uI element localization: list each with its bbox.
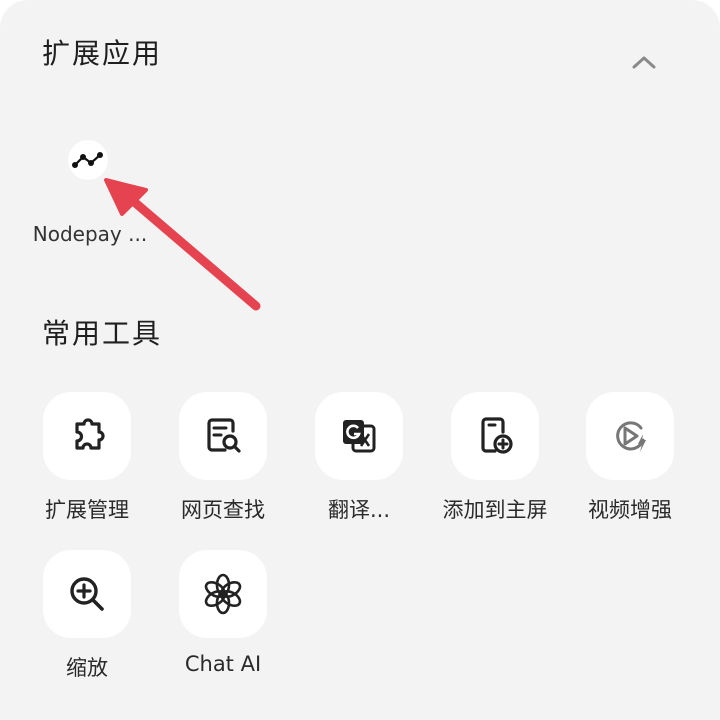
tool-add-to-home[interactable]: 添加到主屏 bbox=[430, 392, 560, 532]
collapse-button[interactable] bbox=[620, 42, 668, 82]
tool-label: 视频增强 bbox=[588, 498, 672, 522]
extensions-section-title: 扩展应用 bbox=[42, 37, 163, 70]
nodepay-icon bbox=[68, 140, 108, 180]
tool-label: Chat AI bbox=[184, 652, 262, 676]
tool-tile bbox=[586, 392, 674, 480]
tool-chat-ai[interactable]: Chat AI bbox=[158, 550, 288, 690]
tool-tile bbox=[315, 392, 403, 480]
tool-video-boost[interactable]: 视频增强 bbox=[565, 392, 695, 532]
tool-label: 扩展管理 bbox=[45, 498, 129, 522]
extensions-panel: 扩展应用 Nodepay ... 常用工具 扩展管理 网页查找 翻译... 添加… bbox=[0, 0, 720, 720]
tool-label: 网页查找 bbox=[181, 498, 265, 522]
tool-label: 翻译... bbox=[327, 498, 391, 522]
page-search-icon bbox=[207, 418, 241, 453]
tool-translate[interactable]: 翻译... bbox=[294, 392, 424, 532]
extension-item-nodepay[interactable]: Nodepay ... bbox=[20, 130, 160, 260]
zoom-icon bbox=[70, 577, 104, 611]
tool-extension-manager[interactable]: 扩展管理 bbox=[22, 392, 152, 532]
tool-tile bbox=[179, 550, 267, 638]
tool-zoom[interactable]: 缩放 bbox=[22, 550, 152, 690]
tool-tile bbox=[179, 392, 267, 480]
tool-find-in-page[interactable]: 网页查找 bbox=[158, 392, 288, 532]
add-to-home-icon bbox=[481, 417, 513, 454]
chat-ai-icon bbox=[204, 573, 242, 615]
translate-icon bbox=[343, 420, 376, 453]
tool-tile bbox=[451, 392, 539, 480]
chevron-up-icon bbox=[632, 56, 656, 69]
tool-label: 添加到主屏 bbox=[442, 498, 548, 522]
tool-tile bbox=[43, 550, 131, 638]
extension-label: Nodepay ... bbox=[32, 222, 148, 246]
video-boost-icon bbox=[616, 421, 646, 452]
tools-section-title: 常用工具 bbox=[42, 317, 163, 350]
puzzle-icon bbox=[75, 418, 105, 450]
tool-label: 缩放 bbox=[66, 656, 108, 680]
tool-tile bbox=[43, 392, 131, 480]
